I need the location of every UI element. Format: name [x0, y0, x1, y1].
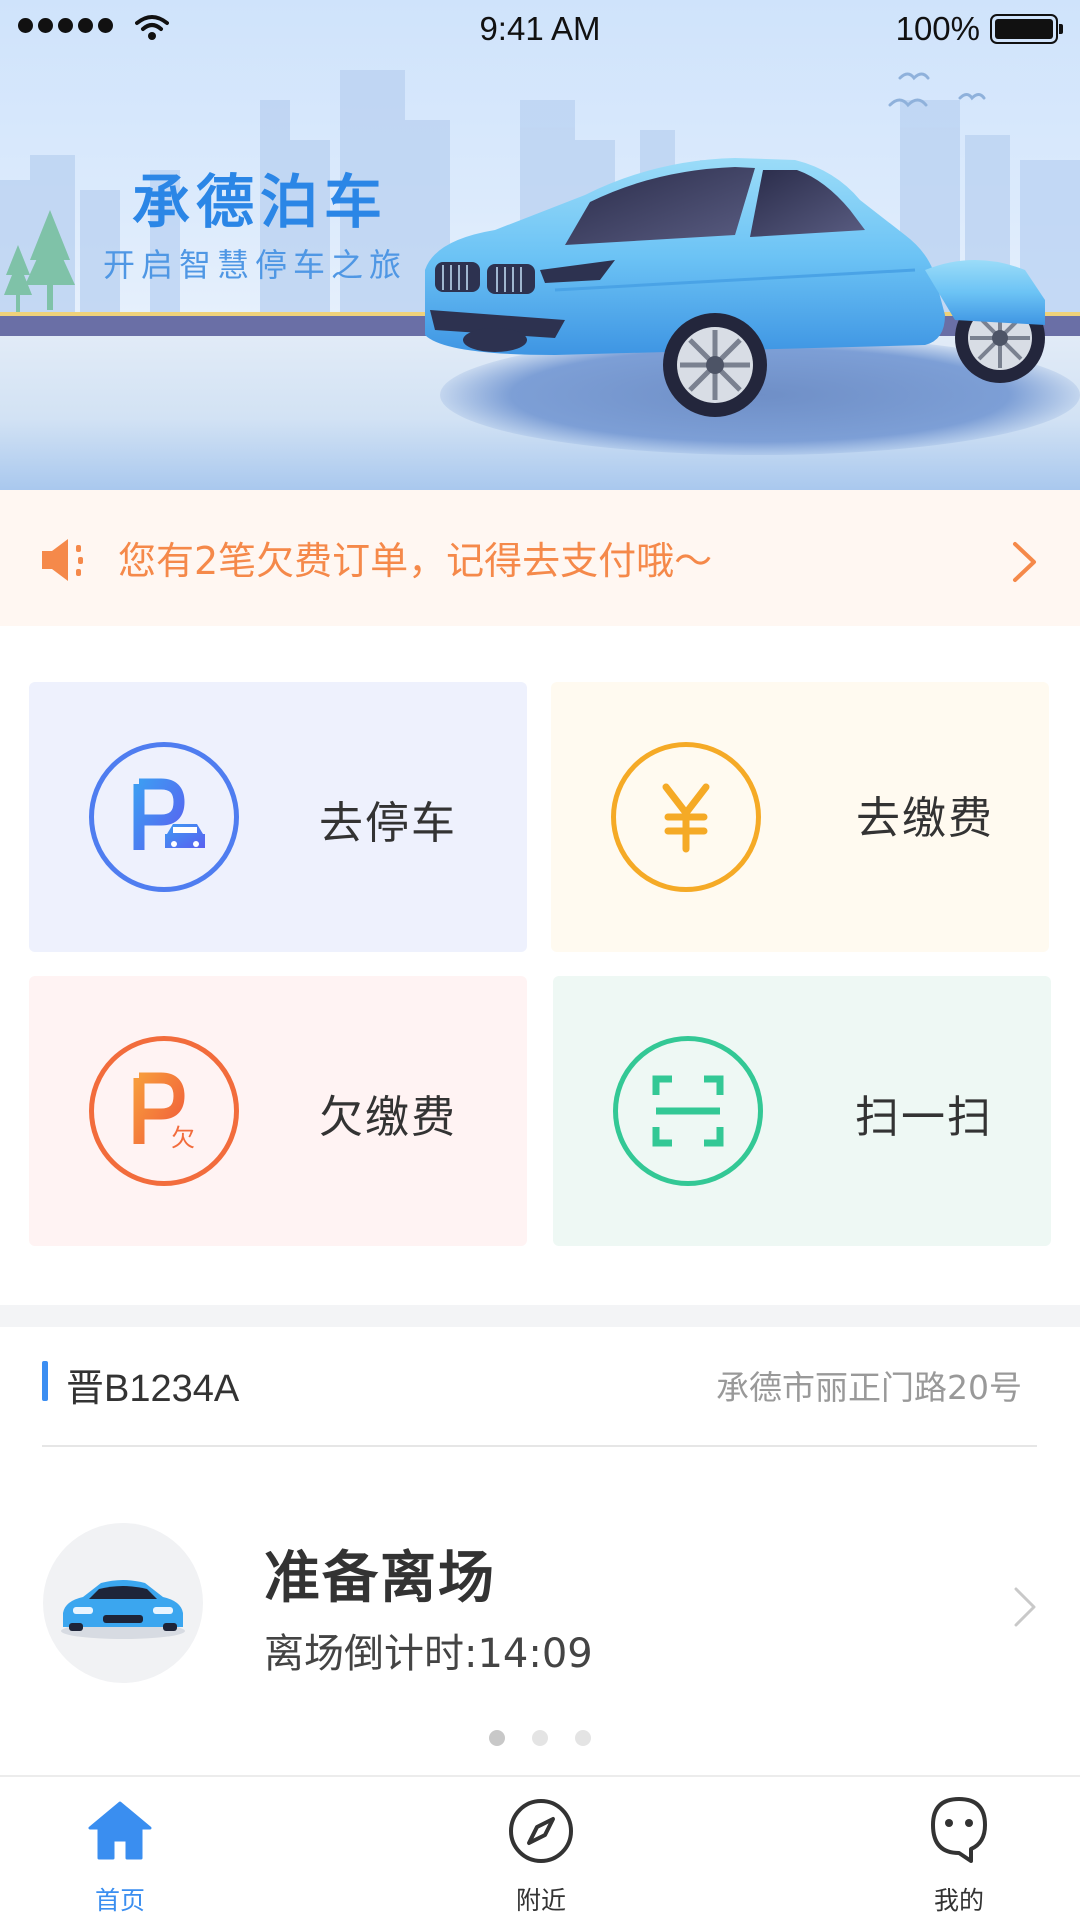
app-title: 承德泊车: [131, 168, 388, 236]
section-separator: [0, 1305, 1080, 1327]
arrears-label: 欠缴费: [319, 1092, 457, 1143]
arrears-button[interactable]: 欠 欠缴费: [29, 976, 527, 1246]
parking-address: 承德市丽正门路20号: [716, 1368, 1022, 1407]
license-plate: 晋B1234A: [66, 1368, 240, 1410]
notice-text: 您有2笔欠费订单，记得去支付哦～: [118, 539, 713, 583]
parking-car-icon: [89, 742, 239, 892]
exit-countdown: 离场倒计时:14:09: [264, 1631, 593, 1677]
tab-home-label: 首页: [94, 1886, 145, 1915]
hero-banner: 9:41 AM 100% 承德泊车 开启智慧停车之旅: [0, 0, 1080, 490]
profile-icon: [931, 1797, 987, 1863]
order-header: 晋B1234A 承德市丽正门路20号: [0, 1327, 1080, 1445]
go-pay-button[interactable]: 去缴费: [551, 682, 1049, 952]
scan-icon: [613, 1036, 763, 1186]
order-card[interactable]: 准备离场 离场倒计时:14:09: [0, 1447, 1080, 1747]
notice-chevron-right-icon[interactable]: [1010, 540, 1040, 584]
car-thumbnail: [43, 1523, 203, 1683]
go-park-label: 去停车: [319, 798, 457, 849]
tab-home[interactable]: 首页: [40, 1793, 200, 1917]
parking-owe-icon: 欠: [89, 1036, 239, 1186]
go-park-button[interactable]: 去停车: [29, 682, 527, 952]
tab-mine[interactable]: 我的: [879, 1793, 1039, 1917]
yuan-icon: [611, 742, 761, 892]
battery-icon: [990, 14, 1063, 44]
carousel-dot[interactable]: [575, 1730, 591, 1746]
status-bar: 9:41 AM 100%: [0, 0, 1080, 60]
order-status-title: 准备离场: [264, 1546, 496, 1611]
tab-nearby[interactable]: 附近: [461, 1793, 621, 1917]
speaker-icon: [42, 539, 83, 581]
bottom-tab-bar: 首页 附近 我的: [0, 1775, 1080, 1920]
car-illustration: [425, 158, 1045, 417]
go-pay-label: 去缴费: [856, 793, 994, 844]
scan-label: 扫一扫: [855, 1092, 993, 1143]
tab-mine-label: 我的: [933, 1886, 984, 1915]
app-subtitle: 开启智慧停车之旅: [102, 246, 407, 284]
scan-button[interactable]: 扫一扫: [553, 976, 1051, 1246]
carousel-dot[interactable]: [489, 1730, 505, 1746]
home-icon: [88, 1801, 152, 1860]
carousel-dot[interactable]: [532, 1730, 548, 1746]
battery-percentage: 100%: [895, 10, 980, 47]
notice-bar[interactable]: 您有2笔欠费订单，记得去支付哦～: [0, 490, 1080, 626]
carousel-dots: [0, 1730, 1080, 1746]
tab-nearby-label: 附近: [515, 1886, 566, 1915]
compass-icon: [509, 1799, 573, 1863]
accent-bar: [42, 1361, 48, 1401]
svg-text:欠: 欠: [171, 1124, 195, 1152]
chevron-right-icon[interactable]: [1012, 1585, 1040, 1629]
